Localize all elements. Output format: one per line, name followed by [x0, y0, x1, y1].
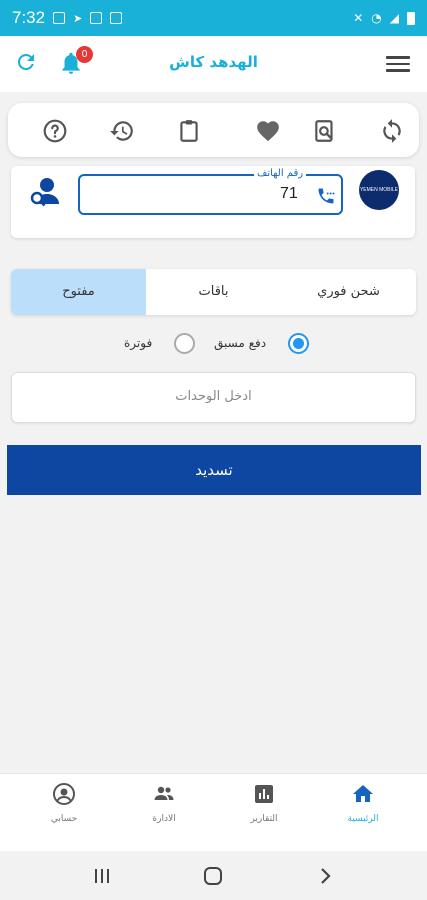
radio-postpaid-label[interactable]: فوترة — [124, 336, 152, 350]
battery-icon — [407, 11, 415, 25]
system-navigation-bar — [0, 851, 427, 900]
signal-icon: ◢ — [389, 11, 399, 25]
payment-type-group: دفع مسبق فوترة — [0, 332, 427, 356]
units-input[interactable]: ادخل الوحدات — [11, 372, 416, 423]
tab-instant-recharge[interactable]: شحن فوري — [281, 269, 416, 315]
units-input-placeholder: ادخل الوحدات — [175, 389, 252, 404]
notification-badge: 0 — [76, 46, 93, 63]
nav-label-management: الادارة — [152, 814, 176, 824]
people-icon — [154, 786, 174, 800]
clipboard-icon[interactable] — [176, 118, 202, 144]
nav-item-reports[interactable]: التقارير — [224, 782, 304, 824]
phone-dial-icon — [318, 188, 335, 204]
app-notification-icon — [110, 12, 123, 24]
home-button-icon[interactable] — [202, 865, 224, 887]
back-button-icon[interactable] — [314, 865, 336, 887]
status-system-icons: ✕ ◔ ◢ — [353, 11, 415, 25]
send-icon: ➤ — [73, 11, 83, 25]
operator-logo: YEMEN MOBILE — [359, 170, 399, 210]
quick-actions-toolbar — [8, 103, 419, 157]
nav-item-management[interactable]: الادارة — [124, 782, 204, 824]
phone-number-value[interactable]: 71 — [280, 185, 298, 203]
help-icon[interactable] — [42, 118, 68, 144]
wifi-icon: ◔ — [371, 11, 382, 25]
image-icon — [90, 12, 103, 24]
phone-number-card: رقم الهاتف 71 YEMEN MOBILE — [11, 166, 415, 238]
phone-number-label: رقم الهاتف — [254, 167, 307, 181]
tab-bundles[interactable]: باقات — [146, 269, 281, 315]
radio-postpaid[interactable] — [174, 333, 195, 354]
radio-prepaid-label[interactable]: دفع مسبق — [214, 336, 266, 350]
nav-item-account[interactable]: حسابي — [24, 782, 104, 824]
nav-label-reports: التقارير — [250, 814, 278, 824]
recent-apps-icon[interactable] — [91, 865, 113, 887]
search-document-icon[interactable] — [312, 118, 338, 144]
app-bar: 0 الهدهد كاش — [0, 36, 427, 92]
tab-open[interactable]: مفتوح — [11, 269, 146, 315]
recharge-type-tabs: مفتوح باقات شحن فوري — [11, 269, 416, 315]
nav-label-home: الرئيسية — [347, 814, 379, 824]
nav-item-home[interactable]: الرئيسية — [323, 782, 403, 824]
status-notification-icons: ➤ — [53, 11, 123, 25]
refresh-icon[interactable] — [14, 50, 38, 74]
bar-chart-icon — [255, 785, 273, 803]
favorite-heart-icon[interactable] — [255, 118, 281, 144]
radio-prepaid[interactable] — [288, 333, 309, 354]
account-circle-icon — [53, 783, 75, 805]
pay-button[interactable]: تسديد — [7, 445, 421, 495]
phone-number-field[interactable]: رقم الهاتف 71 — [78, 167, 343, 215]
contact-picker-icon[interactable] — [29, 176, 63, 208]
app-title: الهدهد كاش — [169, 53, 258, 71]
history-icon[interactable] — [109, 118, 135, 144]
bottom-navigation: حسابي الادارة التقارير الرئيسية — [0, 773, 427, 851]
notification-icon — [53, 12, 66, 24]
status-time: 7:32 — [12, 8, 46, 27]
mute-icon: ✕ — [353, 11, 364, 25]
hamburger-menu-icon[interactable] — [386, 52, 410, 74]
sync-icon[interactable] — [379, 118, 405, 144]
status-bar: 7:32 ➤ ✕ ◔ ◢ — [0, 0, 427, 36]
nav-label-account: حسابي — [50, 814, 78, 824]
home-icon — [353, 785, 373, 802]
